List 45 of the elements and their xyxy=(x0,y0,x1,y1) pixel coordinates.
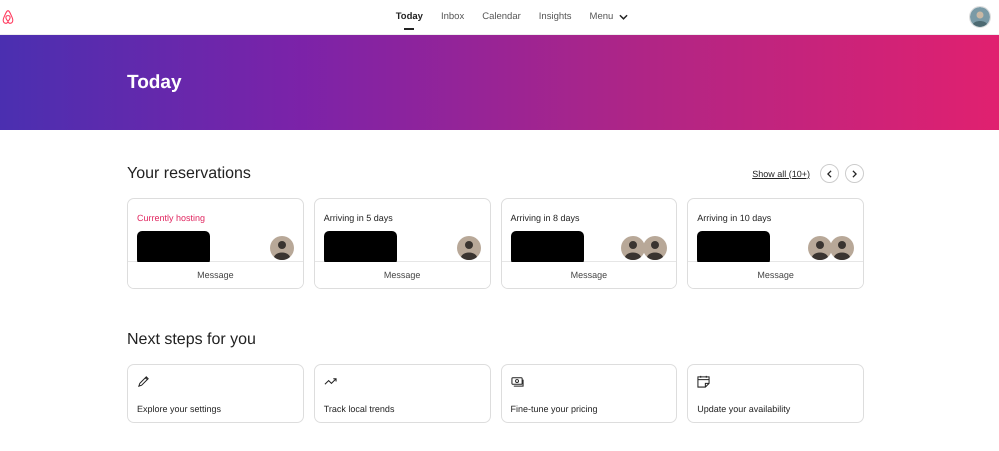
guest-avatar xyxy=(456,236,480,260)
calendar-icon xyxy=(697,375,710,388)
next-step-card[interactable]: Track local trends xyxy=(314,364,490,423)
chevron-down-icon xyxy=(619,14,628,20)
next-step-card[interactable]: Explore your settings xyxy=(127,364,304,423)
message-button[interactable]: Message xyxy=(688,262,863,288)
message-button[interactable]: Message xyxy=(314,262,490,288)
nav-tab[interactable]: Menu xyxy=(582,3,636,31)
nav-tab[interactable]: Calendar xyxy=(475,3,528,31)
page-title: Today xyxy=(127,72,182,94)
message-button[interactable]: Message xyxy=(502,262,676,288)
profile-avatar[interactable] xyxy=(968,6,991,28)
nav-tab[interactable]: Insights xyxy=(532,3,579,31)
reservation-card[interactable]: Currently hosting Message xyxy=(127,198,304,289)
guest-avatar xyxy=(270,236,294,260)
nav-tab[interactable]: Inbox xyxy=(434,3,472,31)
next-step-card[interactable]: Update your availability xyxy=(687,364,864,423)
next-step-label: Track local trends xyxy=(324,404,394,414)
guest-avatar xyxy=(808,236,832,260)
pencil-icon xyxy=(137,375,150,388)
reservation-card[interactable]: Arriving in 8 days Message xyxy=(500,198,678,289)
message-button[interactable]: Message xyxy=(128,262,303,288)
section-title: Your reservations xyxy=(127,164,251,182)
next-step-label: Explore your settings xyxy=(137,404,222,414)
reservation-status: Arriving in 5 days xyxy=(324,213,393,223)
guest-avatar xyxy=(643,236,668,260)
reservation-card[interactable]: Arriving in 5 days Message xyxy=(314,198,490,289)
next-step-label: Fine-tune your pricing xyxy=(510,404,598,414)
nav-tab[interactable]: Today xyxy=(388,3,430,31)
reservation-status: Arriving in 10 days xyxy=(697,213,772,223)
next-step-card[interactable]: Fine-tune your pricing xyxy=(500,364,678,423)
chevron-left-icon xyxy=(827,170,832,178)
banknote-icon xyxy=(510,375,524,388)
guest-avatar xyxy=(621,236,646,260)
logo-icon[interactable] xyxy=(1,9,15,25)
reservation-status: Arriving in 8 days xyxy=(510,213,580,223)
next-step-label: Update your availability xyxy=(697,404,790,414)
next-button[interactable] xyxy=(845,164,864,183)
previous-button[interactable] xyxy=(820,164,839,183)
show-all-link[interactable]: Show all (10+) xyxy=(752,168,810,178)
chevron-right-icon xyxy=(852,170,857,178)
section-title: Next steps for you xyxy=(127,331,257,349)
guest-avatar xyxy=(830,236,854,260)
reservation-status: Currently hosting xyxy=(137,213,206,223)
reservation-card[interactable]: Arriving in 10 days Message xyxy=(687,198,864,289)
